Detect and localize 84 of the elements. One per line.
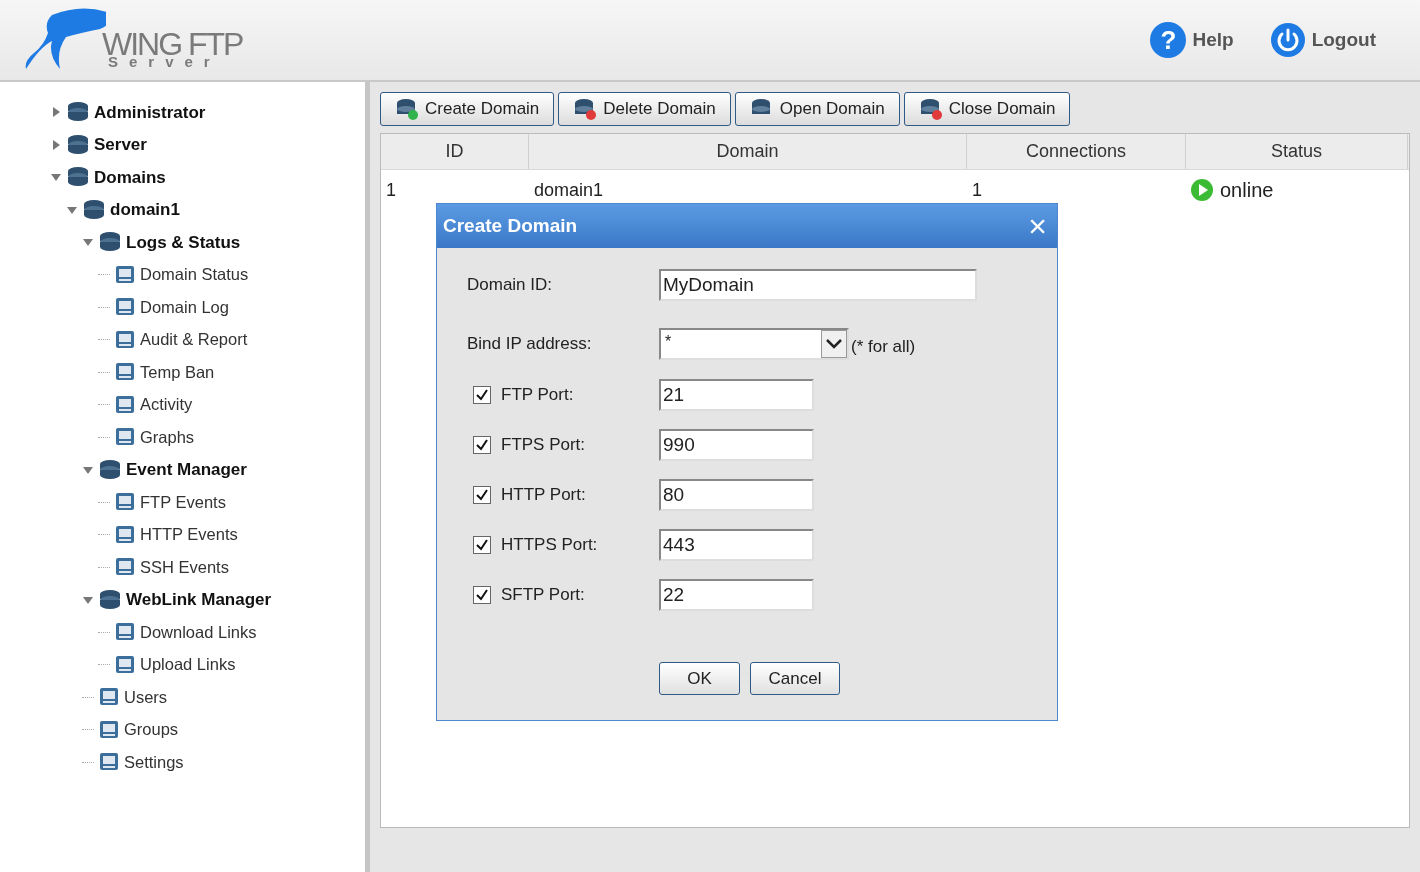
field-label: SFTP Port: (501, 584, 585, 607)
tree-item[interactable]: Settings (124, 749, 184, 775)
tree-item[interactable]: Temp Ban (140, 359, 215, 385)
field-label: HTTP Port: (501, 484, 586, 507)
port-field[interactable]: 80 (659, 479, 814, 511)
tree-item[interactable]: domain1 (110, 197, 180, 223)
stack-icon (98, 458, 122, 481)
check-icon (475, 388, 489, 402)
check-icon (475, 538, 489, 552)
table-cell: 1 (972, 179, 982, 200)
field-label: Domain ID: (467, 274, 554, 297)
tree-item[interactable]: Administrator (94, 99, 206, 125)
checkbox[interactable] (473, 386, 491, 404)
column-header[interactable]: Status (1186, 134, 1408, 169)
toolbar-button[interactable]: Close Domain (903, 92, 1071, 126)
port-field[interactable]: 22 (659, 579, 814, 611)
panel-icon (98, 718, 120, 741)
panel-icon (114, 653, 136, 676)
dialog-button[interactable]: OK (659, 662, 740, 695)
field-label: Bind IP address: (467, 333, 593, 356)
tree-item[interactable]: Domain Log (140, 294, 229, 320)
checkbox[interactable] (473, 436, 491, 454)
field-label: FTPS Port: (501, 434, 586, 457)
tree-item[interactable]: Activity (140, 392, 193, 418)
help-icon: ? (1150, 22, 1187, 58)
status-text: online (1220, 178, 1274, 203)
tree-item[interactable]: FTP Events (140, 489, 226, 515)
help-link[interactable]: ? Help (1150, 22, 1234, 58)
field-hint: (* for all) (851, 336, 916, 359)
bind-ip-dropdown[interactable]: * (659, 328, 849, 360)
checkbox[interactable] (473, 586, 491, 604)
column-header[interactable]: Domain (529, 134, 967, 169)
toolbar-button[interactable]: Create Domain (380, 92, 555, 126)
dialog-button[interactable]: Cancel (750, 662, 840, 695)
toolbar-button[interactable]: Open Domain (734, 92, 900, 126)
tree-item[interactable]: SSH Events (140, 554, 229, 580)
database-icon (395, 97, 419, 121)
domain-id-field[interactable]: MyDomain (659, 269, 977, 301)
power-icon (1269, 22, 1306, 58)
column-header[interactable]: Connections (967, 134, 1186, 169)
tree-item[interactable]: Domains (94, 164, 166, 190)
tree-item[interactable]: Users (124, 684, 168, 710)
database-icon (918, 97, 943, 121)
panel-icon (114, 328, 136, 351)
tree-item[interactable]: WebLink Manager (126, 587, 272, 613)
tree-item[interactable]: HTTP Events (140, 522, 238, 548)
stack-icon (66, 133, 90, 156)
stack-icon (66, 101, 90, 124)
check-icon (475, 488, 489, 502)
tree-item[interactable]: Upload Links (140, 652, 236, 678)
tree-item[interactable]: Download Links (140, 619, 257, 645)
tree-item[interactable]: Server (94, 132, 147, 158)
toolbar-button[interactable]: Delete Domain (558, 92, 731, 126)
panel-icon (114, 523, 136, 546)
checkbox[interactable] (473, 486, 491, 504)
port-field[interactable]: 21 (659, 379, 814, 411)
field-label: HTTPS Port: (501, 534, 598, 557)
tree-item[interactable]: Audit & Report (140, 327, 248, 353)
close-button[interactable]: × (1028, 210, 1051, 242)
tree-item[interactable]: Logs & Status (126, 229, 241, 255)
checkbox[interactable] (473, 536, 491, 554)
port-field[interactable]: 443 (659, 529, 814, 561)
stack-icon (98, 588, 122, 611)
check-icon (475, 438, 489, 452)
tree-item[interactable]: Domain Status (140, 262, 249, 288)
tree-item[interactable]: Groups (124, 717, 179, 743)
tree-item[interactable]: Graphs (140, 424, 195, 450)
database-icon (573, 97, 598, 121)
logo-subtitle: Server (108, 54, 221, 69)
table-cell: 1 (386, 179, 396, 200)
column-header[interactable]: ID (381, 134, 529, 169)
stack-icon (66, 166, 90, 189)
table-cell: domain1 (534, 179, 604, 200)
stack-icon (98, 231, 122, 254)
panel-icon (114, 393, 136, 416)
panel-icon (114, 263, 136, 286)
stack-icon (82, 198, 106, 221)
port-field[interactable]: 990 (659, 429, 814, 461)
check-icon (475, 588, 489, 602)
dialog-title: Create Domain (443, 213, 578, 238)
field-label: FTP Port: (501, 384, 574, 407)
chevron-down-icon (821, 330, 847, 358)
tree-item[interactable]: Event Manager (126, 457, 247, 483)
logout-link[interactable]: Logout (1269, 22, 1376, 58)
